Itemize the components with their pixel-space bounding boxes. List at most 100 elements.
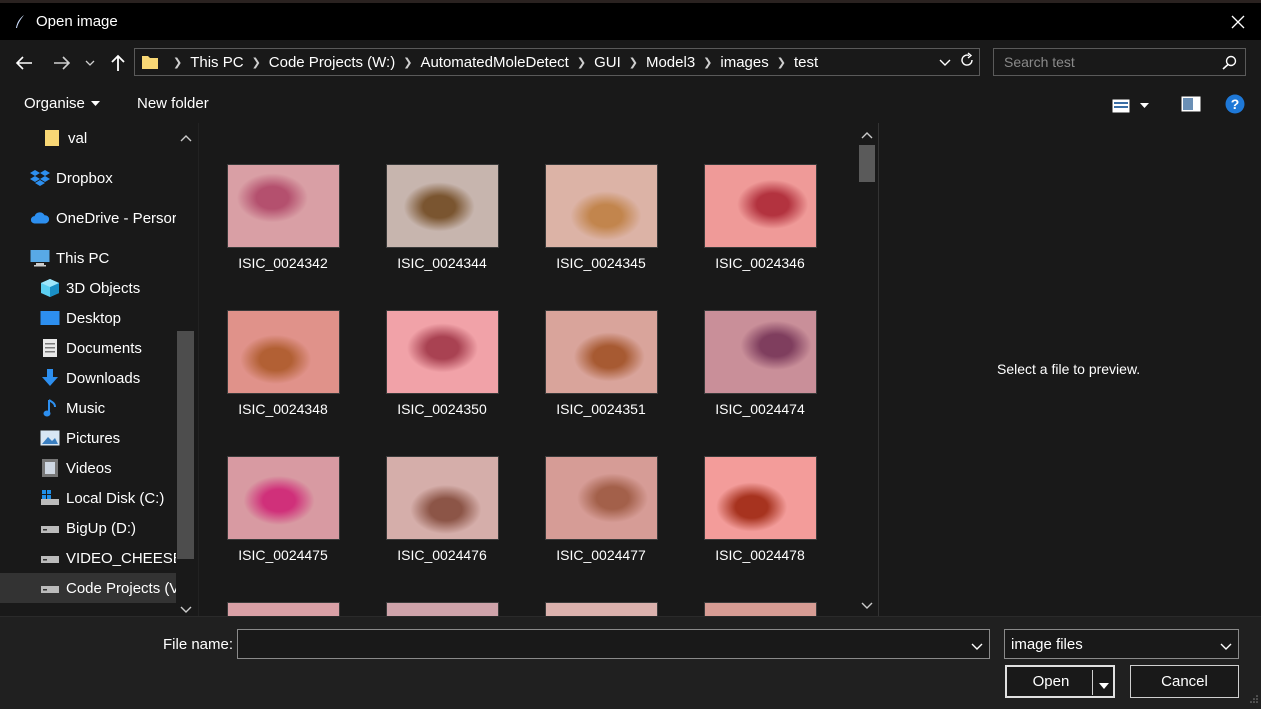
breadcrumb-this-pc[interactable]: This PC <box>190 54 243 71</box>
file-item[interactable]: ISIC_0024346 <box>690 164 830 294</box>
file-name-input[interactable] <box>244 630 964 658</box>
file-item[interactable]: ISIC_0024344 <box>372 164 512 294</box>
file-name: ISIC_0024344 <box>397 255 487 271</box>
sidebar-item-label: This PC <box>56 249 110 267</box>
sidebar-item-this-pc[interactable]: This PC <box>0 243 178 273</box>
sidebar-item-videos[interactable]: Videos <box>0 453 178 483</box>
help-button[interactable]: ? <box>1225 94 1245 117</box>
organise-label: Organise <box>24 95 85 112</box>
search-icon[interactable] <box>1222 55 1237 73</box>
image-thumbnail <box>703 602 817 616</box>
scroll-up-arrow-icon[interactable] <box>180 129 192 145</box>
file-list-scrollbar[interactable] <box>856 123 878 616</box>
file-name: ISIC_0024477 <box>556 547 646 563</box>
refresh-button[interactable] <box>959 52 975 71</box>
sidebar-item-pictures[interactable]: Pictures <box>0 423 178 453</box>
sidebar-item-documents[interactable]: Documents <box>0 333 178 363</box>
open-button[interactable]: Open <box>1005 665 1115 698</box>
breadcrumb-automatedmoledetect[interactable]: AutomatedMoleDetect <box>420 54 568 71</box>
file-item[interactable]: ISIC_0024474 <box>690 310 830 440</box>
file-item[interactable]: ISIC_0024342 <box>213 164 353 294</box>
sidebar-item-3d-objects[interactable]: 3D Objects <box>0 273 178 303</box>
sidebar-item-label: Dropbox <box>56 169 113 187</box>
sidebar-item-local-disk-c[interactable]: Local Disk (C:) <box>0 483 178 513</box>
open-button-label: Open <box>1032 673 1070 690</box>
open-options-dropdown[interactable] <box>1099 677 1109 694</box>
back-button[interactable] <box>12 51 36 75</box>
breadcrumb-separator-icon: ❯ <box>628 56 638 69</box>
dropbox-icon <box>30 168 50 188</box>
refresh-icon <box>961 52 973 66</box>
file-item[interactable]: ISIC_0024345 <box>531 164 671 294</box>
up-button[interactable] <box>106 51 130 75</box>
3d-objects-icon <box>40 278 60 298</box>
scroll-down-arrow-icon[interactable] <box>180 601 192 617</box>
file-name: ISIC_0024345 <box>556 255 646 271</box>
chevron-down-icon <box>1220 643 1232 650</box>
videos-icon <box>40 458 60 478</box>
new-folder-button[interactable]: New folder <box>137 95 209 112</box>
feather-app-icon <box>14 14 28 29</box>
address-history-dropdown[interactable] <box>939 54 951 70</box>
file-name: ISIC_0024474 <box>715 401 805 417</box>
sidebar-item-downloads[interactable]: Downloads <box>0 363 178 393</box>
resize-grip-icon[interactable] <box>1250 690 1258 706</box>
cancel-button[interactable]: Cancel <box>1130 665 1239 698</box>
file-item[interactable]: ISIC_0024476 <box>372 456 512 586</box>
navigation-pane: val Dropbox OneDrive - Persor This PC 3D… <box>0 123 198 616</box>
sidebar-item-label: Music <box>66 399 106 417</box>
breadcrumb-test[interactable]: test <box>794 54 818 71</box>
organise-menu[interactable]: Organise <box>24 95 100 112</box>
forward-button[interactable] <box>50 51 74 75</box>
image-thumbnail <box>385 456 499 540</box>
breadcrumb-separator-icon: ❯ <box>776 56 786 69</box>
address-bar[interactable]: ❯ This PC ❯ Code Projects (W:) ❯ Automat… <box>134 48 980 76</box>
close-button[interactable] <box>1223 7 1253 37</box>
breadcrumb-gui[interactable]: GUI <box>594 54 621 71</box>
sidebar-item-video-cheese[interactable]: VIDEO_CHEESE ( <box>0 543 178 573</box>
sidebar-item-label: Desktop <box>66 309 122 327</box>
image-thumbnail <box>226 602 340 616</box>
scroll-up-arrow-icon[interactable] <box>860 128 874 142</box>
pictures-icon <box>40 428 60 448</box>
navigation-pane-scrollbar[interactable] <box>176 123 196 616</box>
sidebar-item-desktop[interactable]: Desktop <box>0 303 178 333</box>
breadcrumb-code-projects[interactable]: Code Projects (W:) <box>269 54 395 71</box>
sidebar-item-dropbox[interactable]: Dropbox <box>0 163 178 193</box>
change-view-button[interactable] <box>1112 99 1149 113</box>
file-item[interactable] <box>213 602 353 616</box>
dialog-footer: File name: image files Open Cancel <box>0 616 1261 709</box>
file-item[interactable]: ISIC_0024348 <box>213 310 353 440</box>
scrollbar-thumb[interactable] <box>859 145 875 182</box>
search-input[interactable] <box>1004 54 1219 70</box>
file-item[interactable]: ISIC_0024475 <box>213 456 353 586</box>
sidebar-item-bigup-d[interactable]: BigUp (D:) <box>0 513 178 543</box>
file-item[interactable]: ISIC_0024478 <box>690 456 830 586</box>
file-item[interactable]: ISIC_0024477 <box>531 456 671 586</box>
sidebar-item-music[interactable]: Music <box>0 393 178 423</box>
search-box[interactable] <box>993 48 1246 76</box>
sidebar-item-val[interactable]: val <box>0 123 178 153</box>
file-item[interactable] <box>531 602 671 616</box>
file-item[interactable] <box>690 602 830 616</box>
scrollbar-thumb[interactable] <box>177 331 194 559</box>
file-item[interactable]: ISIC_0024351 <box>531 310 671 440</box>
file-name-dropdown[interactable] <box>971 638 983 654</box>
preview-pane-button[interactable] <box>1181 96 1201 115</box>
breadcrumb: ❯ This PC ❯ Code Projects (W:) ❯ Automat… <box>165 54 818 71</box>
breadcrumb-separator-icon: ❯ <box>251 56 261 69</box>
sidebar-item-onedrive[interactable]: OneDrive - Persor <box>0 203 178 233</box>
scroll-down-arrow-icon[interactable] <box>860 599 874 613</box>
pc-icon <box>30 248 50 268</box>
sidebar-item-code-projects[interactable]: Code Projects (V <box>0 573 178 603</box>
desktop-icon <box>40 308 60 328</box>
breadcrumb-images[interactable]: images <box>720 54 768 71</box>
file-item[interactable] <box>372 602 512 616</box>
file-type-dropdown[interactable] <box>1220 638 1232 655</box>
recent-locations-button[interactable] <box>80 51 100 75</box>
file-type-select[interactable]: image files <box>1004 629 1239 659</box>
file-item[interactable]: ISIC_0024350 <box>372 310 512 440</box>
sidebar-item-label: Pictures <box>66 429 121 447</box>
file-name-field[interactable] <box>237 629 990 659</box>
breadcrumb-model3[interactable]: Model3 <box>646 54 695 71</box>
